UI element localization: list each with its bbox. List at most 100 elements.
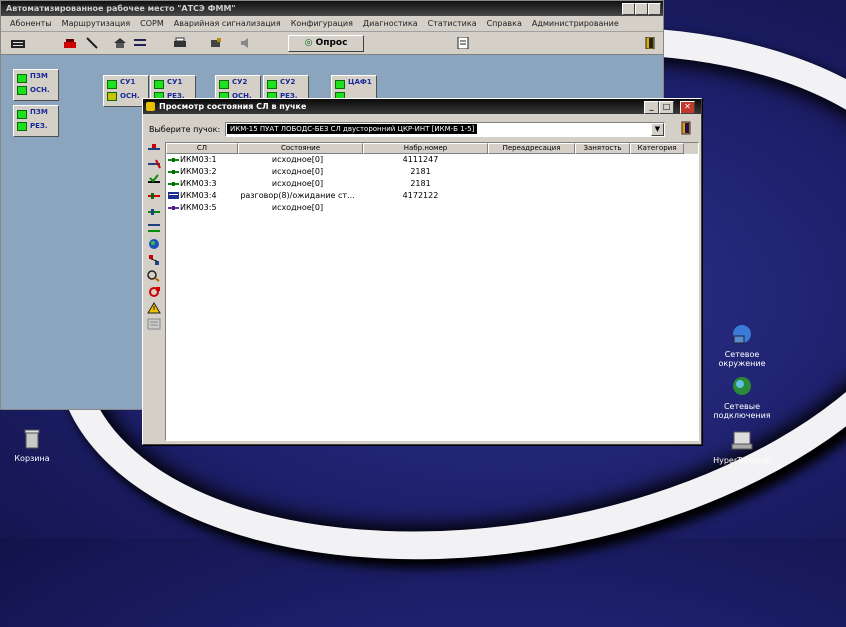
line-green-icon [168, 182, 179, 186]
column-header-busy[interactable]: Занятость [575, 143, 630, 154]
pen-icon[interactable] [85, 37, 99, 49]
dialog-minimize-button[interactable]: _ [644, 101, 659, 114]
desktop-icon-recycle-bin[interactable]: Корзина [0, 426, 72, 463]
cell-busy [567, 166, 620, 178]
menu-admin[interactable]: Администрирование [527, 16, 624, 31]
cell-state: исходное[0] [271, 167, 324, 176]
globe-icon[interactable] [147, 238, 161, 250]
node-status-green [17, 86, 27, 95]
dialog-title-bar: Просмотр состояния СЛ в пучке _ □ ✕ [143, 99, 701, 114]
node-status-green [17, 110, 27, 119]
node-sublabel: ОСН. [30, 86, 50, 94]
line-check-icon[interactable] [147, 174, 161, 186]
node-label: СУ2 [232, 78, 248, 86]
node-status-green [219, 80, 229, 89]
line-green-icon[interactable] [147, 206, 161, 218]
cell-sl: ИКМ03:1 [180, 155, 217, 164]
cell-category [620, 190, 672, 202]
main-title-bar: Автоматизированное рабочее место "АТСЭ Ф… [1, 1, 663, 16]
column-header-category[interactable]: Категория [630, 143, 684, 154]
node-label: ПЗМ [30, 108, 48, 116]
main-toolbar: ◎ Опрос [1, 32, 663, 55]
cell-category [620, 154, 672, 166]
menu-sorm[interactable]: СОРМ [135, 16, 169, 31]
keyboard-icon[interactable] [11, 37, 25, 49]
column-header-state[interactable]: Состояние [238, 143, 363, 154]
line-tool-icon[interactable] [147, 142, 161, 154]
cell-sl: ИКМ03:2 [180, 167, 217, 176]
menu-statistics[interactable]: Статистика [423, 16, 482, 31]
exit-door-icon[interactable] [643, 37, 657, 49]
node-pzm-main[interactable]: ПЗМ ОСН. [13, 69, 59, 101]
trunk-select-label: Выберите пучок: [149, 125, 221, 134]
menu-alarm[interactable]: Аварийная сигнализация [169, 16, 286, 31]
refresh-icon[interactable] [147, 286, 161, 298]
close-button[interactable] [648, 3, 661, 15]
desktop-icon-network-connections[interactable]: Сетевые подключения [702, 374, 782, 420]
settings-icon[interactable] [133, 37, 147, 49]
table-row[interactable]: ИКМ03:3 исходное[0] 2181 [166, 178, 698, 190]
cell-forward [482, 166, 567, 178]
magnifier-icon[interactable] [147, 270, 161, 282]
line-purple-icon [168, 206, 179, 210]
column-header-sl[interactable]: СЛ [166, 143, 238, 154]
tree-icon[interactable] [147, 254, 161, 266]
line-stack-icon[interactable] [147, 222, 161, 234]
desktop-icon-hyperterminal[interactable]: HyperTerminal [702, 428, 782, 465]
dialog-maximize-button[interactable]: □ [659, 101, 674, 114]
hyperterminal-icon [731, 431, 753, 450]
menu-subscribers[interactable]: Абоненты [5, 16, 57, 31]
desktop-icon-network-places[interactable]: Сетевое окружение [702, 322, 782, 368]
phone-icon[interactable] [63, 37, 77, 49]
menu-routing[interactable]: Маршрутизация [57, 16, 136, 31]
node-pzm-reserve[interactable]: ПЗМ РЕЗ. [13, 105, 59, 137]
side-toolbar [146, 142, 164, 439]
poll-button[interactable]: ◎ Опрос [288, 35, 364, 52]
line-cross-icon[interactable] [147, 158, 161, 170]
dialog-close-button[interactable]: ✕ [680, 101, 695, 114]
cell-category [620, 166, 672, 178]
table-row[interactable]: ИКМ03:5 исходное[0] [166, 202, 698, 214]
tools-icon[interactable] [209, 37, 223, 49]
trunk-select-value: ИКМ-15 ПУАТ ЛОБОДС-БЕЗ СЛ двусторонний Ц… [227, 124, 478, 134]
node-status-yellow [107, 92, 117, 101]
menu-diagnostics[interactable]: Диагностика [358, 16, 423, 31]
cell-sl: ИКМ03:5 [180, 203, 217, 212]
column-header-forward[interactable]: Переадресация [488, 143, 575, 154]
line-green-icon [168, 158, 179, 162]
cell-state: разговор(8)/ожидание ст... [240, 191, 355, 200]
table-row[interactable]: ИКМ03:2 исходное[0] 2181 [166, 166, 698, 178]
desktop-icon-label: Сетевые подключения [713, 402, 771, 420]
cell-busy [567, 190, 620, 202]
table-row[interactable]: ИКМ03:4 разговор(8)/ожидание ст... 41721… [166, 190, 698, 202]
desktop-icon-label: Корзина [14, 454, 50, 463]
list-icon[interactable] [147, 318, 161, 330]
trunk-select[interactable]: ИКМ-15 ПУАТ ЛОБОДС-БЕЗ СЛ двусторонний Ц… [225, 122, 665, 137]
node-label: СУ1 [120, 78, 136, 86]
main-window-title: Автоматизированное рабочее место "АТСЭ Ф… [6, 4, 236, 13]
cell-state: исходное[0] [271, 179, 324, 188]
line-red-icon[interactable] [147, 190, 161, 202]
node-label: ЦАФ1 [348, 78, 372, 86]
node-status-green [267, 80, 277, 89]
chevron-down-icon[interactable]: ▼ [651, 123, 664, 136]
poll-button-label: Опрос [315, 38, 348, 48]
speaker-icon[interactable] [239, 37, 253, 49]
cell-number: 2181 [410, 167, 431, 176]
maximize-button[interactable] [635, 3, 648, 15]
cell-forward [482, 190, 567, 202]
cell-state: исходное[0] [271, 203, 324, 212]
cell-category [620, 178, 672, 190]
warning-icon[interactable] [147, 302, 161, 314]
house-icon[interactable] [113, 37, 127, 49]
exit-door-icon[interactable] [679, 121, 693, 135]
notes-icon[interactable] [456, 37, 470, 49]
minimize-button[interactable] [622, 3, 635, 15]
menu-help[interactable]: Справка [482, 16, 527, 31]
menu-config[interactable]: Конфигурация [286, 16, 358, 31]
node-status-green [154, 80, 164, 89]
printer-icon[interactable] [173, 37, 187, 49]
table-row[interactable]: ИКМ03:1 исходное[0] 4111247 [166, 154, 698, 166]
network-connections-icon [733, 377, 751, 395]
column-header-number[interactable]: Набр.номер [363, 143, 488, 154]
